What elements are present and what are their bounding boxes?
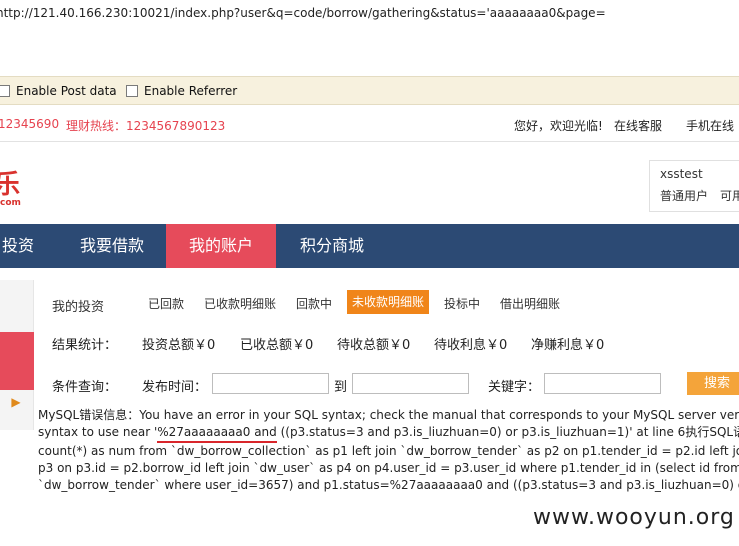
- enable-referrer-checkbox[interactable]: [126, 85, 138, 97]
- mobile-online-link[interactable]: 手机在线: [686, 117, 734, 134]
- stat-total-pending: 待收总额￥0: [337, 338, 411, 353]
- hackbar-options: Enable Post data Enable Referrer: [0, 76, 739, 105]
- site-logo-domain: com: [0, 198, 21, 208]
- user-level: 普通用户 可用: [660, 187, 739, 204]
- error-line: count(*) as num from `dw_borrow_collecti…: [38, 444, 739, 458]
- url-text[interactable]: http://121.40.166.230:10021/index.php?us…: [0, 6, 606, 20]
- section-title: 我的投资: [52, 300, 105, 315]
- enable-referrer-option[interactable]: Enable Referrer: [126, 84, 237, 98]
- tab-received-detail[interactable]: 已收款明细账: [204, 295, 276, 312]
- user-info-box: xsstest 普通用户 可用: [649, 160, 739, 212]
- nav-my-account[interactable]: 我的账户: [166, 224, 276, 268]
- keyword-label: 关键字：: [488, 380, 541, 395]
- enable-post-option[interactable]: Enable Post data: [0, 84, 117, 98]
- error-line: syntax to use near '%27aaaaaaaa0 and ((p…: [38, 424, 739, 443]
- site-header: 乐 com xsstest 普通用户 可用: [0, 142, 739, 224]
- play-icon[interactable]: ▶: [6, 392, 26, 412]
- nav-invest[interactable]: 投资: [0, 224, 40, 268]
- end-date-input[interactable]: [352, 373, 469, 394]
- watermark: www.wooyun.org: [533, 505, 735, 530]
- main-nav: 投资 我要借款 我的账户 积分商城: [0, 224, 739, 268]
- error-line: MySQL错误信息：You have an error in your SQL …: [38, 408, 739, 422]
- start-date-input[interactable]: [212, 373, 329, 394]
- tab-lent-detail[interactable]: 借出明细账: [500, 295, 560, 312]
- stat-pending-interest: 待收利息￥0: [434, 338, 508, 353]
- user-balance-label: 可用: [720, 189, 739, 203]
- date-to-label: 到: [334, 380, 348, 395]
- stat-total-received: 已收总额￥0: [240, 338, 314, 353]
- investment-tabs: 我的投资 已回款 已收款明细账 回款中 未收款明细账 投标中 借出明细账: [52, 290, 739, 316]
- site-topbar: 12345690 理财热线：1234567890123 您好，欢迎光临! 在线客…: [0, 106, 739, 142]
- tab-bidding[interactable]: 投标中: [444, 295, 480, 312]
- username[interactable]: xsstest: [660, 167, 703, 181]
- publish-time-label: 发布时间：: [142, 380, 208, 395]
- account-sidebar: ▶: [0, 280, 34, 430]
- nav-borrow[interactable]: 我要借款: [64, 224, 160, 268]
- sidebar-active-block[interactable]: [0, 332, 34, 390]
- stats-label: 结果统计：: [52, 338, 118, 353]
- error-line: p3 on p3.id = p2.borrow_id left join `dw…: [38, 461, 739, 475]
- mysql-error-message: MySQL错误信息：You have an error in your SQL …: [38, 407, 739, 494]
- nav-points-mall[interactable]: 积分商城: [284, 224, 380, 268]
- injection-highlight: %27aaaaaaaa0 and: [157, 424, 277, 443]
- online-service-link[interactable]: 在线客服: [614, 117, 662, 134]
- search-condition-label: 条件查询：: [52, 380, 118, 395]
- tab-repaying[interactable]: 回款中: [296, 295, 332, 312]
- enable-post-checkbox[interactable]: [0, 85, 10, 97]
- finance-hotline: 理财热线：1234567890123: [66, 119, 226, 133]
- address-bar[interactable]: http://121.40.166.230:10021/index.php?us…: [0, 0, 739, 76]
- search-form: 条件查询： 发布时间： 到 关键字： 搜索: [52, 372, 739, 396]
- enable-post-label: Enable Post data: [16, 84, 117, 98]
- result-stats: 结果统计： 投资总额￥0 已收总额￥0 待收总额￥0 待收利息￥0 净赚利息￥0: [52, 334, 739, 354]
- stat-net-interest: 净赚利息￥0: [531, 338, 605, 353]
- site-logo[interactable]: 乐: [0, 164, 20, 201]
- tab-unreceived-detail[interactable]: 未收款明细账: [347, 290, 430, 314]
- enable-referrer-label: Enable Referrer: [144, 84, 238, 98]
- keyword-input[interactable]: [544, 373, 661, 394]
- tab-repaid[interactable]: 已回款: [148, 295, 184, 312]
- error-line: `dw_borrow_tender` where user_id=3657) a…: [38, 478, 739, 492]
- search-button[interactable]: 搜索: [687, 372, 739, 395]
- stat-total-invest: 投资总额￥0: [142, 338, 216, 353]
- welcome-text: 您好，欢迎光临!: [514, 119, 603, 133]
- service-phone: 12345690: [0, 117, 60, 131]
